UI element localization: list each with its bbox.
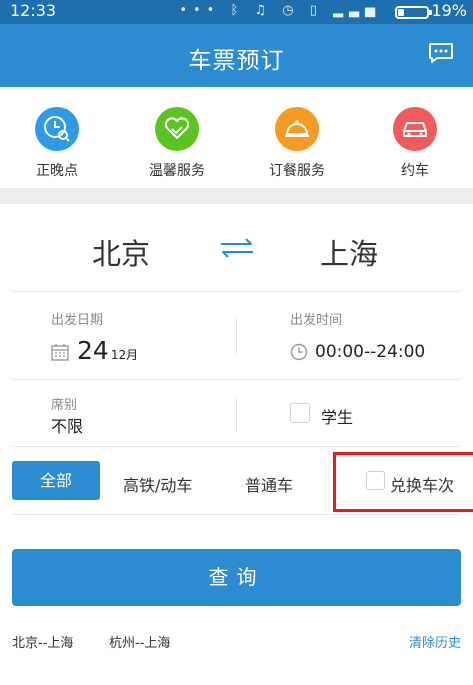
clear-history-link[interactable]: 清除历史 <box>409 632 461 651</box>
chat-bubble-icon[interactable] <box>428 42 454 64</box>
food-cloche-icon <box>275 107 319 151</box>
seat-class-label: 席别 <box>51 398 78 413</box>
clock-icon <box>290 343 308 361</box>
section-divider <box>0 188 473 204</box>
quick-action-punctuality[interactable]: 正晚点 <box>7 107 107 180</box>
bluetooth-icon: ᛒ <box>230 3 245 18</box>
more-dots-icon: ••• <box>179 3 221 18</box>
quick-action-car[interactable]: 约车 <box>365 107 465 180</box>
divider <box>12 514 461 515</box>
filter-all-button[interactable]: 全部 <box>12 461 100 500</box>
divider <box>12 291 461 292</box>
seat-class-value: 不限 <box>51 417 84 436</box>
notifications-off-icon: ♫ <box>254 3 273 18</box>
exchange-label: 兑换车次 <box>390 476 455 495</box>
handshake-heart-icon <box>155 107 199 151</box>
title-bar: 车票预订 <box>0 24 473 87</box>
student-label: 学生 <box>321 408 354 427</box>
from-city[interactable]: 北京 <box>92 231 150 273</box>
status-time: 12:33 <box>10 1 57 20</box>
quick-action-label: 正晚点 <box>36 163 78 179</box>
calendar-icon <box>51 344 69 361</box>
vibrate-icon: ▯ <box>309 3 323 18</box>
divider <box>12 379 461 380</box>
history-item[interactable]: 杭州--上海 <box>109 632 170 651</box>
divider <box>12 446 461 447</box>
date-month: 12月 <box>110 348 139 362</box>
to-city[interactable]: 上海 <box>320 231 378 273</box>
quick-action-label: 订餐服务 <box>269 163 325 179</box>
clock-search-icon <box>35 107 79 151</box>
exchange-checkbox[interactable] <box>366 471 385 490</box>
departure-time-label: 出发时间 <box>290 313 343 328</box>
quick-action-label: 温馨服务 <box>149 163 205 179</box>
page-title: 车票预订 <box>188 48 285 74</box>
departure-time-value: 00:00--24:00 <box>315 342 426 362</box>
departure-date-value: 24 12月 <box>77 336 138 365</box>
car-icon <box>393 107 437 151</box>
alarm-icon: ◷ <box>282 3 300 18</box>
date-day: 24 <box>77 336 109 365</box>
quick-actions: 正晚点 温馨服务 订餐服务 约车 <box>0 87 473 188</box>
status-icons: ••• ᛒ ♫ ◷ ▯ ▂▃▅ <box>179 3 381 18</box>
status-bar: 12:33 ••• ᛒ ♫ ◷ ▯ ▂▃▅ 19% <box>0 0 473 24</box>
quick-action-meal-order[interactable]: 订餐服务 <box>247 107 347 180</box>
divider <box>236 318 237 354</box>
filter-high-speed-tab[interactable]: 高铁/动车 <box>123 472 192 496</box>
quick-action-label: 约车 <box>401 163 429 179</box>
query-button[interactable]: 查询 <box>12 549 461 606</box>
divider <box>236 396 237 432</box>
filter-normal-tab[interactable]: 普通车 <box>245 472 293 496</box>
departure-date-label: 出发日期 <box>51 313 104 328</box>
signal-icon: ▂▃▅ <box>333 3 381 18</box>
battery-percent: 19% <box>431 1 467 20</box>
route-selector: 北京 上海 <box>0 204 473 291</box>
swap-arrows-icon[interactable] <box>217 237 257 259</box>
battery-icon <box>395 6 432 19</box>
history-item[interactable]: 北京--上海 <box>12 632 73 651</box>
quick-action-warm-service[interactable]: 温馨服务 <box>127 107 227 180</box>
student-checkbox[interactable] <box>290 403 310 423</box>
